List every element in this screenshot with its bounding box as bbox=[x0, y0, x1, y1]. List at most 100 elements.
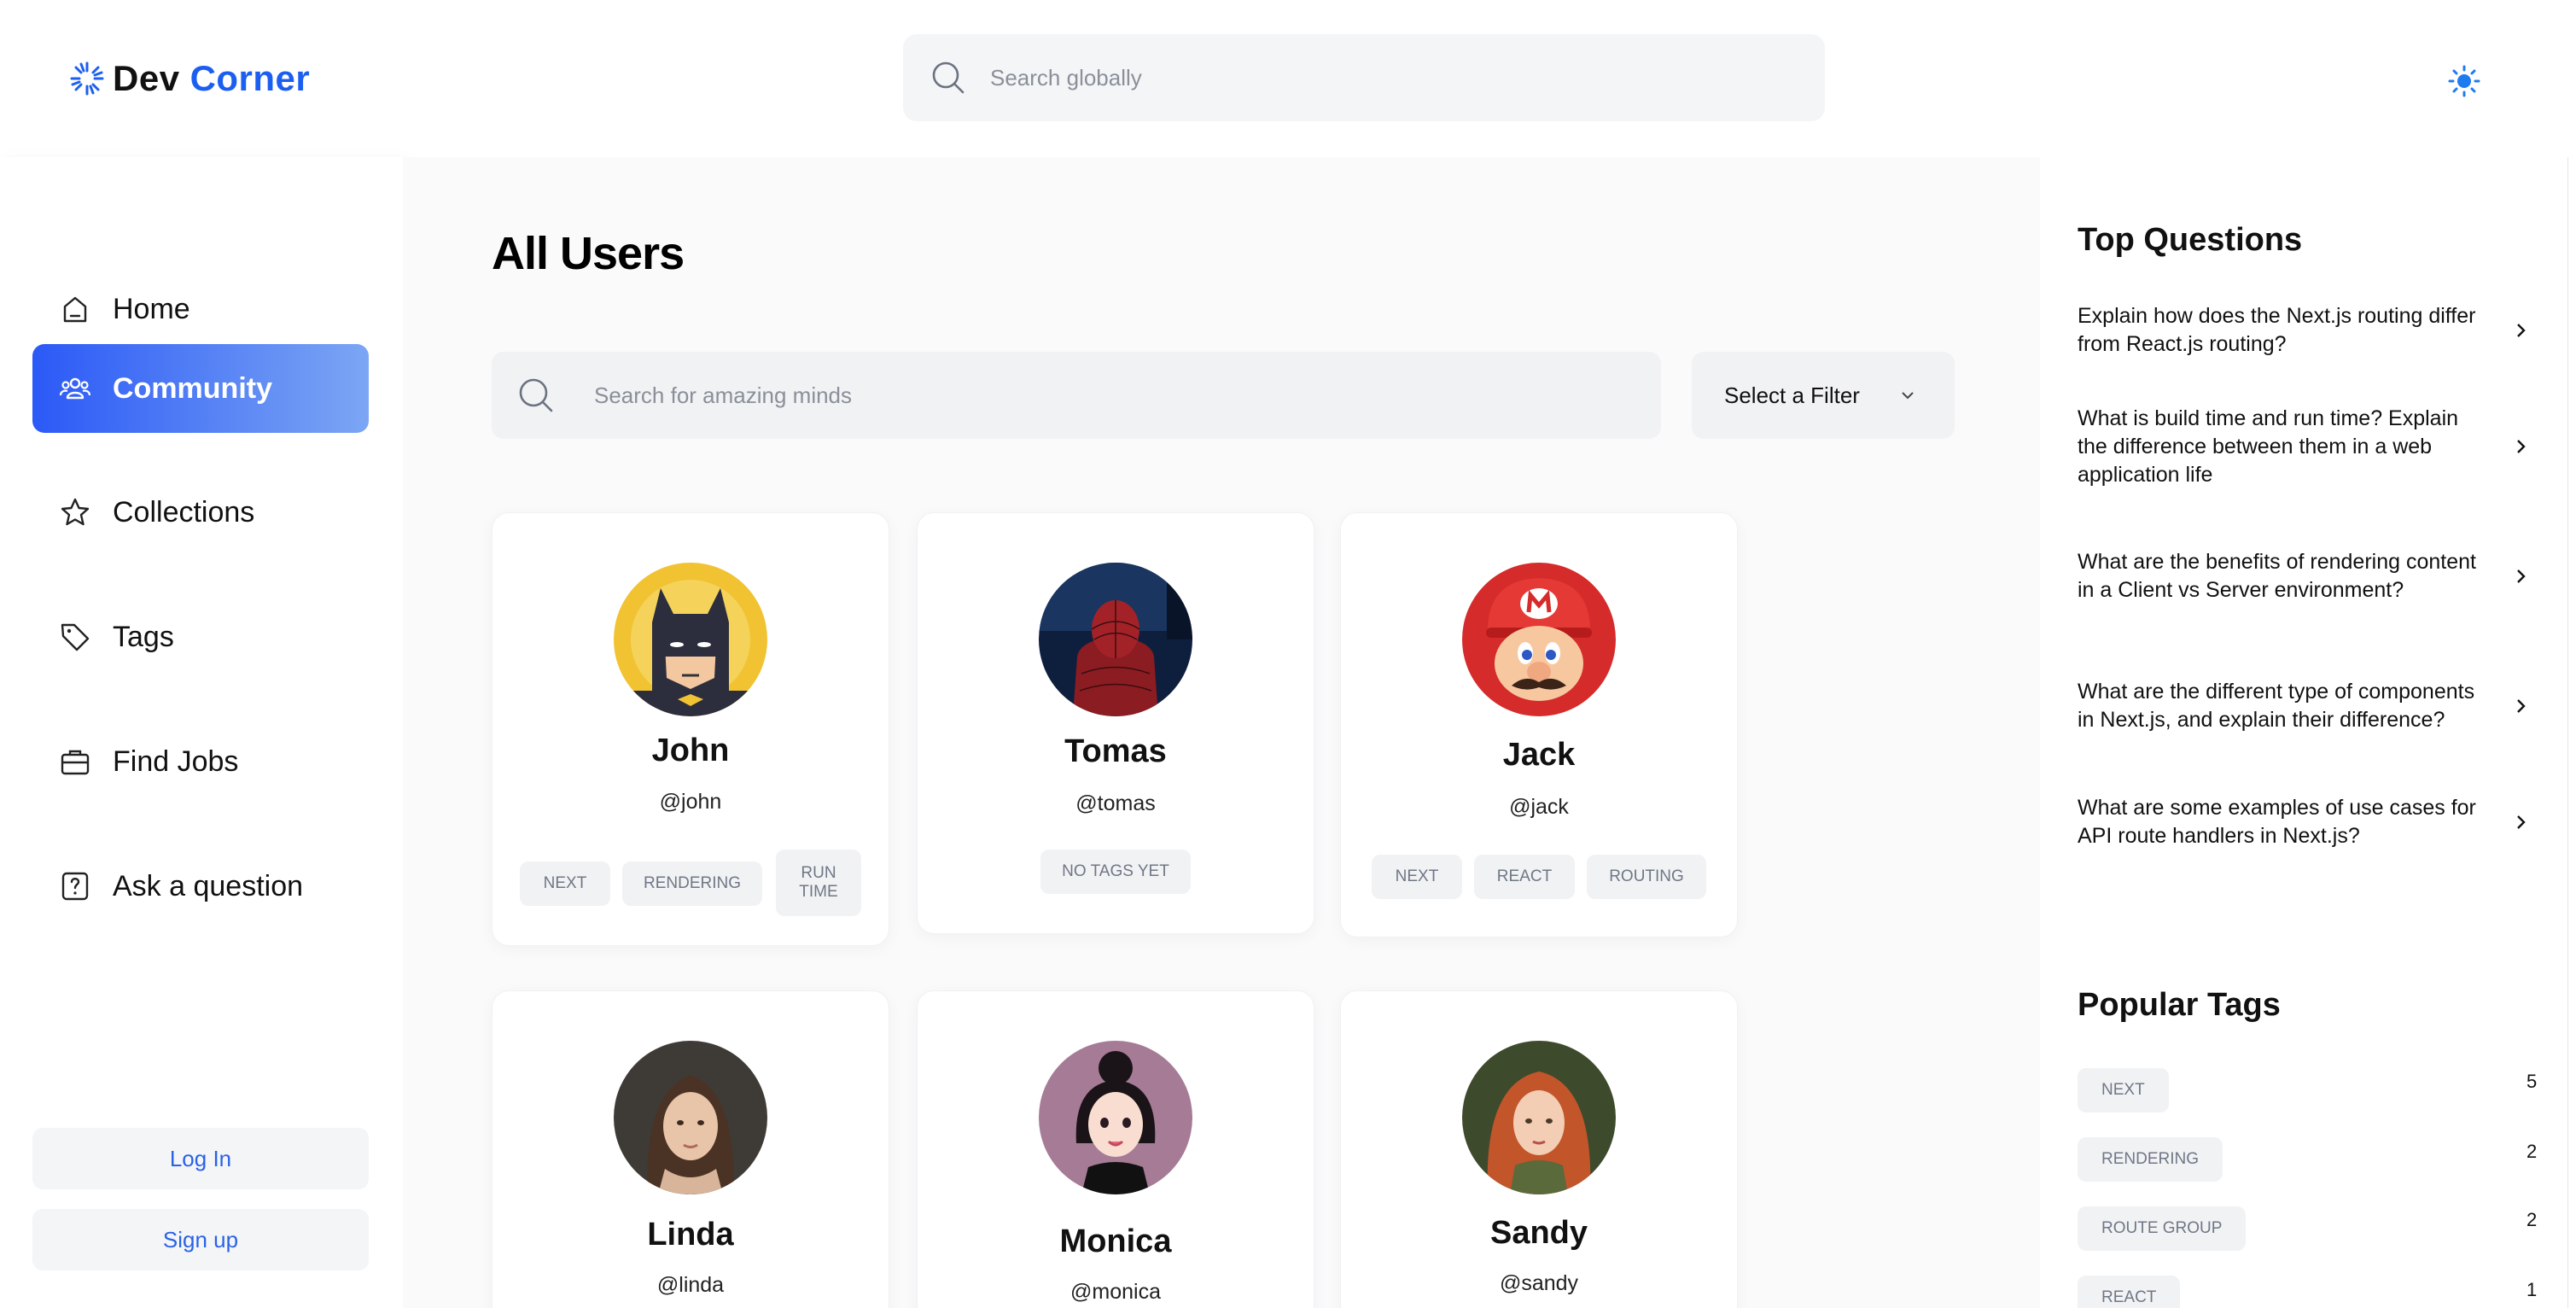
sidebar-item-label: Find Jobs bbox=[113, 745, 239, 778]
scrollbar[interactable] bbox=[2567, 157, 2576, 1308]
user-handle: @monica bbox=[1070, 1280, 1161, 1304]
left-sidebar: Home Community Collections Tags Find Job… bbox=[0, 157, 403, 1308]
global-search-bar[interactable] bbox=[903, 34, 1825, 121]
user-card-tomas[interactable]: Tomas @tomas NO TAGS YET bbox=[917, 512, 1314, 934]
user-card-john[interactable]: John @john NEXT RENDERING RUN TIME bbox=[492, 512, 889, 946]
logo[interactable]: Dev Corner bbox=[68, 53, 310, 104]
no-tags-badge: NO TAGS YET bbox=[1040, 850, 1191, 894]
user-tag[interactable]: NEXT bbox=[1372, 855, 1462, 899]
user-handle: @linda bbox=[656, 1273, 725, 1297]
user-tag[interactable]: REACT bbox=[1474, 855, 1575, 899]
popular-tag[interactable]: RENDERING bbox=[2078, 1137, 2223, 1182]
page-title: All Users bbox=[492, 228, 685, 279]
user-handle: @john bbox=[659, 790, 722, 814]
sidebar-item-label: Community bbox=[113, 371, 272, 405]
popular-tag[interactable]: REACT bbox=[2078, 1276, 2181, 1308]
user-name: John bbox=[651, 733, 730, 768]
tag-icon bbox=[61, 623, 90, 651]
signup-button[interactable]: Sign up bbox=[32, 1209, 369, 1270]
user-handle: @jack bbox=[1509, 795, 1569, 819]
user-card-sandy[interactable]: Sandy @sandy bbox=[1340, 990, 1738, 1308]
popular-tags-heading: Popular Tags bbox=[2078, 987, 2281, 1023]
user-handle: @tomas bbox=[1075, 791, 1156, 815]
search-icon bbox=[519, 378, 553, 412]
user-search-input[interactable] bbox=[594, 382, 1533, 409]
tag-count: 1 bbox=[2526, 1279, 2538, 1300]
logo-text-dev: Dev bbox=[113, 58, 180, 98]
avatar bbox=[614, 563, 767, 716]
logo-text-corner: Corner bbox=[189, 58, 311, 98]
user-search-bar[interactable] bbox=[492, 352, 1661, 439]
user-name: Monica bbox=[1059, 1223, 1172, 1259]
right-sidebar: Top Questions Explain how does the Next.… bbox=[2040, 157, 2576, 1308]
top-question-text: What are some examples of use cases for … bbox=[2078, 796, 2476, 848]
filter-select-label: Select a Filter bbox=[1724, 382, 1860, 408]
star-icon bbox=[61, 498, 90, 526]
sun-icon bbox=[2448, 65, 2480, 97]
top-question-text: Explain how does the Next.js routing dif… bbox=[2078, 304, 2476, 356]
question-icon bbox=[61, 872, 89, 901]
sidebar-item-label: Tags bbox=[113, 620, 174, 653]
chevron-right-icon bbox=[2517, 440, 2526, 453]
login-button[interactable]: Log In bbox=[32, 1128, 369, 1189]
top-question-item[interactable]: What are the benefits of rendering conte… bbox=[2078, 533, 2538, 620]
users-icon bbox=[59, 377, 91, 400]
popular-tag[interactable]: NEXT bbox=[2078, 1068, 2169, 1112]
top-question-item[interactable]: What is build time and run time? Explain… bbox=[2078, 403, 2538, 490]
avatar bbox=[1462, 563, 1616, 716]
batman-avatar-image bbox=[614, 563, 767, 716]
sidebar-item-tags[interactable]: Tags bbox=[32, 593, 369, 681]
avatar bbox=[1039, 1041, 1192, 1194]
user-tag[interactable]: NEXT bbox=[520, 861, 610, 906]
chevron-down-icon bbox=[1902, 392, 1914, 400]
user-tag[interactable]: RENDERING bbox=[622, 861, 762, 906]
top-question-text: What is build time and run time? Explain… bbox=[2078, 406, 2459, 487]
sidebar-item-label: Collections bbox=[113, 495, 255, 528]
filter-select[interactable]: Select a Filter bbox=[1692, 352, 1955, 439]
top-question-item[interactable]: Explain how does the Next.js routing dif… bbox=[2078, 301, 2538, 360]
avatar bbox=[1462, 1041, 1616, 1194]
top-question-text: What are the benefits of rendering conte… bbox=[2078, 550, 2476, 602]
sandy-avatar-image bbox=[1462, 1041, 1616, 1194]
sidebar-item-community[interactable]: Community bbox=[32, 344, 369, 433]
sidebar-item-collections[interactable]: Collections bbox=[32, 468, 369, 557]
user-card-monica[interactable]: Monica @monica bbox=[917, 990, 1314, 1308]
top-question-item[interactable]: What are some examples of use cases for … bbox=[2078, 792, 2538, 852]
tag-count: 2 bbox=[2526, 1209, 2538, 1230]
mario-avatar-image bbox=[1462, 563, 1616, 716]
chevron-right-icon bbox=[2517, 324, 2526, 337]
user-tag[interactable]: RUN TIME bbox=[776, 850, 861, 916]
user-handle: @sandy bbox=[1499, 1271, 1579, 1295]
top-header: Dev Corner bbox=[0, 0, 2576, 157]
tag-count: 2 bbox=[2526, 1141, 2538, 1162]
theme-toggle-button[interactable] bbox=[2443, 60, 2486, 102]
user-tag[interactable]: ROUTING bbox=[1587, 855, 1706, 899]
user-name: Linda bbox=[647, 1217, 734, 1253]
sidebar-item-home[interactable]: Home bbox=[32, 265, 369, 353]
user-name: Sandy bbox=[1489, 1215, 1588, 1251]
avatar bbox=[614, 1041, 767, 1194]
spiderman-avatar-image bbox=[1039, 563, 1192, 716]
chevron-right-icon bbox=[2517, 815, 2526, 829]
briefcase-icon bbox=[61, 750, 90, 775]
chevron-right-icon bbox=[2517, 569, 2526, 583]
user-name: Tomas bbox=[1064, 733, 1167, 769]
top-question-item[interactable]: What are the different type of component… bbox=[2078, 663, 2538, 750]
sidebar-item-label: Ask a question bbox=[113, 869, 304, 902]
avatar bbox=[1039, 563, 1192, 716]
popular-tag[interactable]: ROUTE GROUP bbox=[2078, 1206, 2247, 1251]
user-card-linda[interactable]: Linda @linda bbox=[492, 990, 889, 1308]
sidebar-item-find-jobs[interactable]: Find Jobs bbox=[32, 717, 369, 806]
tag-count: 5 bbox=[2526, 1071, 2538, 1092]
user-card-jack[interactable]: Jack @jack NEXT REACT ROUTING bbox=[1340, 512, 1738, 937]
sidebar-item-label: Home bbox=[113, 292, 190, 325]
top-question-text: What are the different type of component… bbox=[2078, 680, 2475, 732]
global-search-input[interactable] bbox=[990, 64, 1758, 91]
monica-avatar-image bbox=[1039, 1041, 1192, 1194]
top-questions-heading: Top Questions bbox=[2078, 222, 2303, 258]
user-name: Jack bbox=[1502, 737, 1576, 773]
chevron-right-icon bbox=[2517, 699, 2526, 713]
search-icon bbox=[932, 61, 965, 94]
home-icon bbox=[63, 296, 87, 323]
sidebar-item-ask-question[interactable]: Ask a question bbox=[32, 842, 369, 931]
